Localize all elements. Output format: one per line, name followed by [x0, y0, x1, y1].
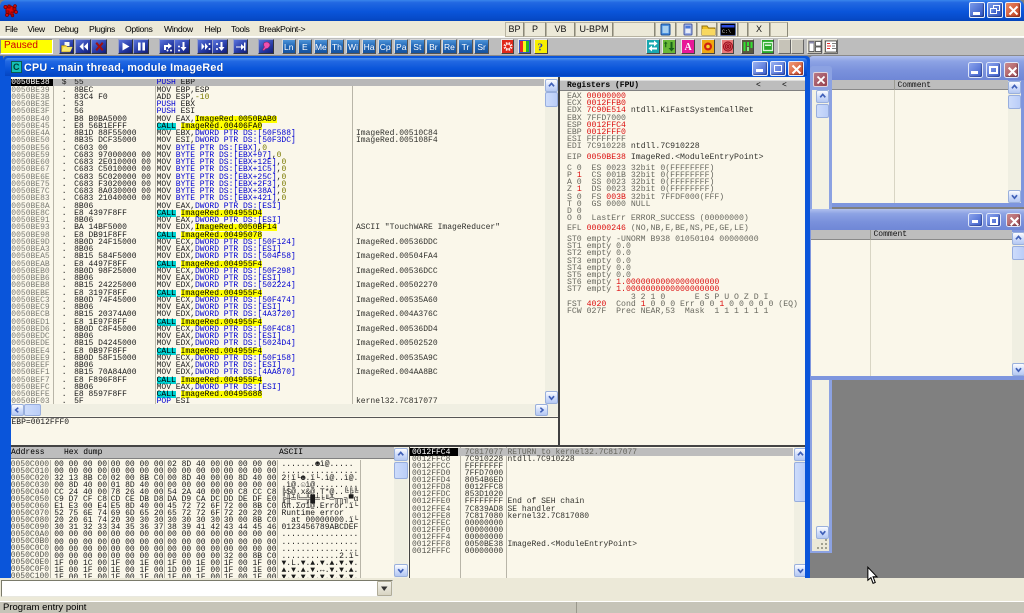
svg-text:C:\: C:\ [722, 29, 731, 35]
svg-text:?: ? [538, 41, 544, 53]
svg-text:A: A [685, 42, 693, 53]
